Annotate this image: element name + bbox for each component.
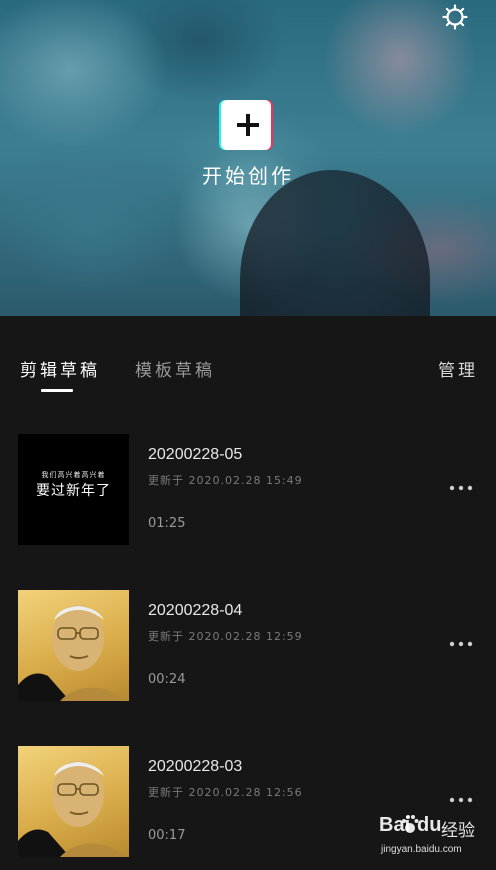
watermark-jingyan: 经验 — [441, 821, 475, 841]
active-tab-indicator — [41, 389, 73, 392]
draft-more-button[interactable] — [448, 790, 474, 810]
tab-edit-drafts[interactable]: 剪辑草稿 — [20, 356, 100, 381]
draft-more-button[interactable] — [448, 478, 474, 498]
draft-duration: 00:17 — [148, 828, 186, 843]
plus-icon-vertical — [246, 114, 250, 136]
settings-button[interactable] — [441, 3, 469, 31]
drafts-screen: 开始创作 剪辑草稿 模板草稿 管理 我们高兴着高兴着 要过新年了 2020022… — [0, 0, 496, 870]
hero-banner: 开始创作 — [0, 0, 496, 316]
settings-gear-icon — [442, 4, 468, 30]
create-button[interactable] — [219, 100, 275, 152]
draft-thumbnail — [18, 746, 129, 857]
draft-item[interactable]: 我们高兴着高兴着 要过新年了 20200228-05 更新于 2020.02.2… — [0, 434, 496, 546]
draft-duration: 01:25 — [148, 516, 186, 531]
draft-thumbnail — [18, 590, 129, 701]
thumbnail-caption-small: 我们高兴着高兴着 — [41, 471, 106, 479]
draft-duration: 00:24 — [148, 672, 186, 687]
draft-item[interactable]: 20200228-04 更新于 2020.02.28 12:59 00:24 — [0, 590, 496, 702]
draft-title: 20200228-04 — [148, 602, 243, 619]
draft-title: 20200228-03 — [148, 758, 243, 775]
watermark-domain: jingyan.baidu.com — [381, 844, 462, 855]
watermark-du: du — [417, 814, 442, 836]
portrait-image — [18, 605, 129, 701]
more-dots-icon — [449, 641, 473, 647]
draft-title: 20200228-05 — [148, 446, 243, 463]
draft-updated-time: 更新于 2020.02.28 12:56 — [148, 786, 303, 799]
baidu-jingyan-watermark: Bai du 经验 jingyan.baidu.com — [375, 812, 487, 864]
more-dots-icon — [449, 797, 473, 803]
more-dots-icon — [449, 485, 473, 491]
draft-updated-time: 更新于 2020.02.28 15:49 — [148, 474, 303, 487]
thumbnail-caption-big: 要过新年了 — [36, 483, 111, 499]
portrait-image — [18, 761, 129, 857]
draft-thumbnail: 我们高兴着高兴着 要过新年了 — [18, 434, 129, 545]
manage-button[interactable]: 管理 — [438, 356, 478, 381]
create-button-face — [221, 100, 271, 150]
tab-template-drafts[interactable]: 模板草稿 — [135, 356, 215, 381]
draft-more-button[interactable] — [448, 634, 474, 654]
create-label[interactable]: 开始创作 — [180, 160, 316, 189]
draft-updated-time: 更新于 2020.02.28 12:59 — [148, 630, 303, 643]
